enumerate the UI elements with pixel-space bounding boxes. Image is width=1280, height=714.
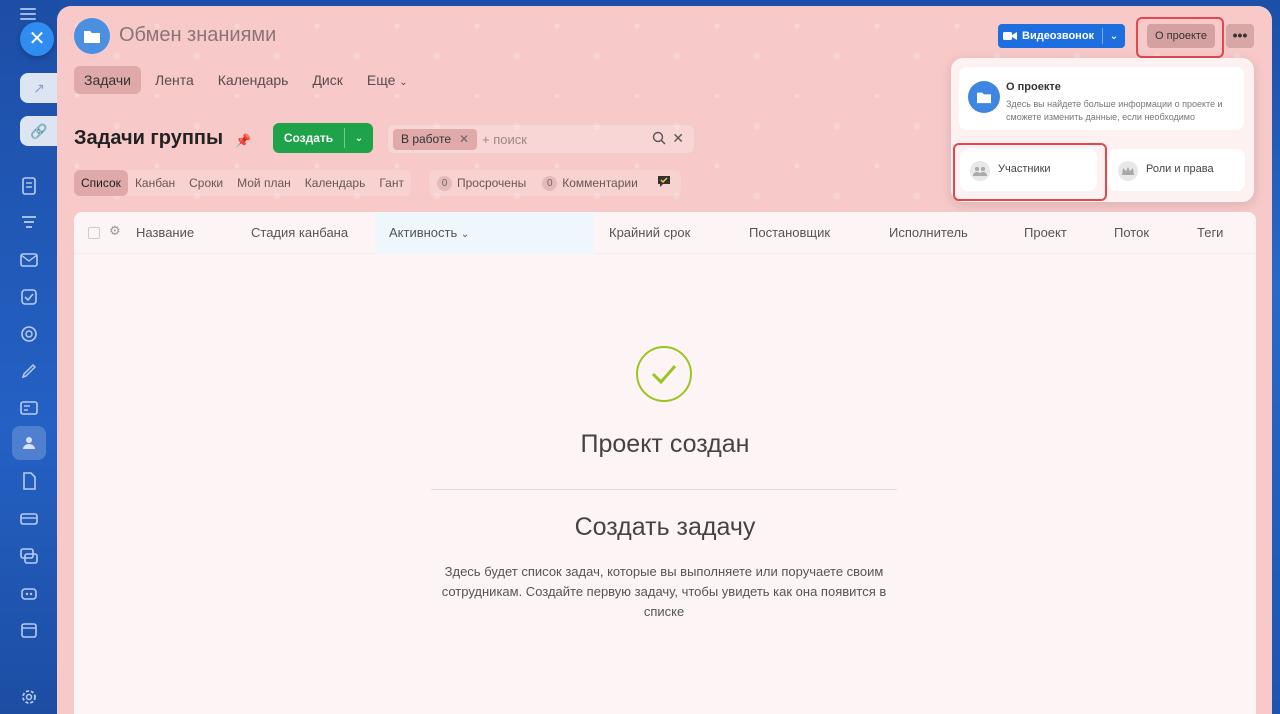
popup-roles-label: Роли и права — [1146, 163, 1214, 175]
table-header: ⚙ Название Стадия канбана Активность ⌄ К… — [74, 212, 1256, 254]
counter-overdue-count: 0 — [437, 175, 452, 191]
column-project[interactable]: Проект — [1024, 212, 1067, 254]
counters-bar: 0 Просрочены 0 Комментарии — [429, 170, 681, 196]
popup-about-title: О проекте — [1006, 81, 1061, 93]
gear-icon[interactable]: ⚙ — [109, 223, 121, 239]
close-panel-button[interactable]: ✕ — [20, 22, 54, 56]
search-icon[interactable] — [652, 131, 666, 148]
empty-state-title: Проект создан — [580, 430, 750, 458]
left-sidebar — [0, 0, 58, 714]
menu-icon[interactable] — [20, 8, 36, 20]
chevron-down-icon: ⌄ — [399, 77, 408, 88]
tab-more-label: Еще — [366, 72, 396, 88]
feed-icon[interactable] — [18, 175, 40, 197]
members-highlight-frame — [953, 143, 1107, 201]
tab-more[interactable]: Еще ⌄ — [357, 66, 418, 94]
bot-icon[interactable] — [18, 582, 40, 604]
tab-gantt[interactable]: Гант — [372, 170, 411, 196]
tab-tasks[interactable]: Задачи — [74, 66, 142, 94]
column-assignee[interactable]: Исполнитель — [889, 212, 968, 254]
mail-icon[interactable] — [18, 249, 40, 271]
close-icon[interactable]: ✕ — [459, 132, 469, 146]
create-task-button[interactable]: Создать ⌄ — [273, 123, 373, 153]
goals-icon[interactable] — [18, 323, 40, 345]
tasks-icon[interactable] — [18, 286, 40, 308]
filter-icon[interactable] — [18, 212, 40, 234]
chevron-down-icon: ⌄ — [460, 229, 470, 240]
column-name[interactable]: Название — [136, 212, 194, 254]
folder-icon — [968, 81, 1000, 113]
tab-deadlines[interactable]: Сроки — [182, 170, 230, 196]
counter-overdue[interactable]: 0 Просрочены — [437, 175, 527, 191]
crown-icon — [1118, 161, 1138, 181]
popup-roles-card[interactable]: Роли и права — [1108, 149, 1245, 191]
folder-icon — [74, 18, 110, 54]
popup-about-card[interactable]: О проекте Здесь вы найдете больше информ… — [959, 67, 1244, 130]
inventory-icon[interactable] — [18, 508, 40, 530]
pin-icon[interactable]: 📌 — [235, 133, 251, 149]
tab-calendar-view[interactable]: Календарь — [298, 170, 373, 196]
popup-about-description: Здесь вы найдете больше информации о про… — [1006, 99, 1223, 122]
camera-icon — [998, 31, 1022, 41]
filter-chip-label: В работе — [401, 132, 452, 146]
task-list-card: ⚙ Название Стадия канбана Активность ⌄ К… — [74, 212, 1256, 714]
column-creator[interactable]: Постановщик — [749, 212, 830, 254]
success-check-icon — [636, 346, 692, 402]
clear-search-icon[interactable]: ✕ — [672, 130, 684, 147]
sign-icon[interactable] — [18, 360, 40, 382]
settings-icon[interactable] — [18, 686, 40, 708]
groups-icon[interactable] — [18, 432, 40, 454]
read-all-comments-icon[interactable] — [657, 175, 671, 191]
project-title: Обмен знаниями — [119, 24, 277, 46]
tab-feed[interactable]: Лента — [145, 66, 204, 94]
document-icon[interactable] — [18, 470, 40, 492]
divider — [431, 489, 897, 490]
empty-state-description: Здесь будет список задач, которые вы вып… — [441, 564, 887, 619]
column-activity-label: Активность — [389, 225, 458, 240]
view-switcher: Список Канбан Сроки Мой план Календарь Г… — [74, 170, 411, 196]
open-in-new-window-icon[interactable]: ↗ — [20, 73, 58, 103]
create-label: Создать — [283, 131, 334, 145]
filter-chip-in-progress[interactable]: В работе ✕ — [393, 129, 478, 150]
column-deadline[interactable]: Крайний срок — [609, 212, 690, 254]
calendar-icon[interactable] — [18, 619, 40, 641]
counter-comments-label: Комментарии — [562, 176, 638, 190]
column-flow[interactable]: Поток — [1114, 212, 1149, 254]
search-filter-bar[interactable]: В работе ✕ + поиск ✕ — [387, 124, 695, 154]
page-title: Задачи группы — [74, 127, 224, 149]
column-kanban-stage[interactable]: Стадия канбана — [251, 212, 348, 254]
counter-overdue-label: Просрочены — [457, 176, 527, 190]
tab-calendar[interactable]: Календарь — [208, 66, 299, 94]
counter-comments-count: 0 — [542, 175, 558, 191]
video-call-label: Видеозвонок — [1022, 30, 1095, 42]
more-button[interactable]: ••• — [1226, 24, 1254, 48]
copy-link-icon[interactable]: 🔗 — [20, 116, 58, 146]
video-call-button[interactable]: Видеозвонок ⌄ — [998, 24, 1125, 48]
tab-list[interactable]: Список — [74, 170, 128, 196]
chevron-down-icon[interactable]: ⌄ — [345, 133, 373, 144]
search-input[interactable]: + поиск — [482, 132, 527, 147]
chat-icon[interactable] — [18, 545, 40, 567]
create-task-link[interactable]: Создать задачу — [74, 513, 1256, 542]
column-activity[interactable]: Активность ⌄ — [375, 212, 594, 254]
tab-my-plan[interactable]: Мой план — [230, 170, 298, 196]
select-all-checkbox[interactable] — [88, 227, 100, 239]
counter-comments[interactable]: 0 Комментарии — [542, 175, 638, 191]
about-project-button[interactable]: О проекте — [1147, 24, 1215, 48]
project-panel: Обмен знаниями Задачи Лента Календарь Ди… — [57, 6, 1272, 714]
contact-card-icon[interactable] — [18, 397, 40, 419]
column-tags[interactable]: Теги — [1197, 212, 1223, 254]
project-tabs: Задачи Лента Календарь Диск Еще ⌄ — [74, 66, 418, 94]
tab-kanban[interactable]: Канбан — [128, 170, 182, 196]
chevron-down-icon[interactable]: ⌄ — [1103, 31, 1125, 42]
tab-disk[interactable]: Диск — [302, 66, 352, 94]
